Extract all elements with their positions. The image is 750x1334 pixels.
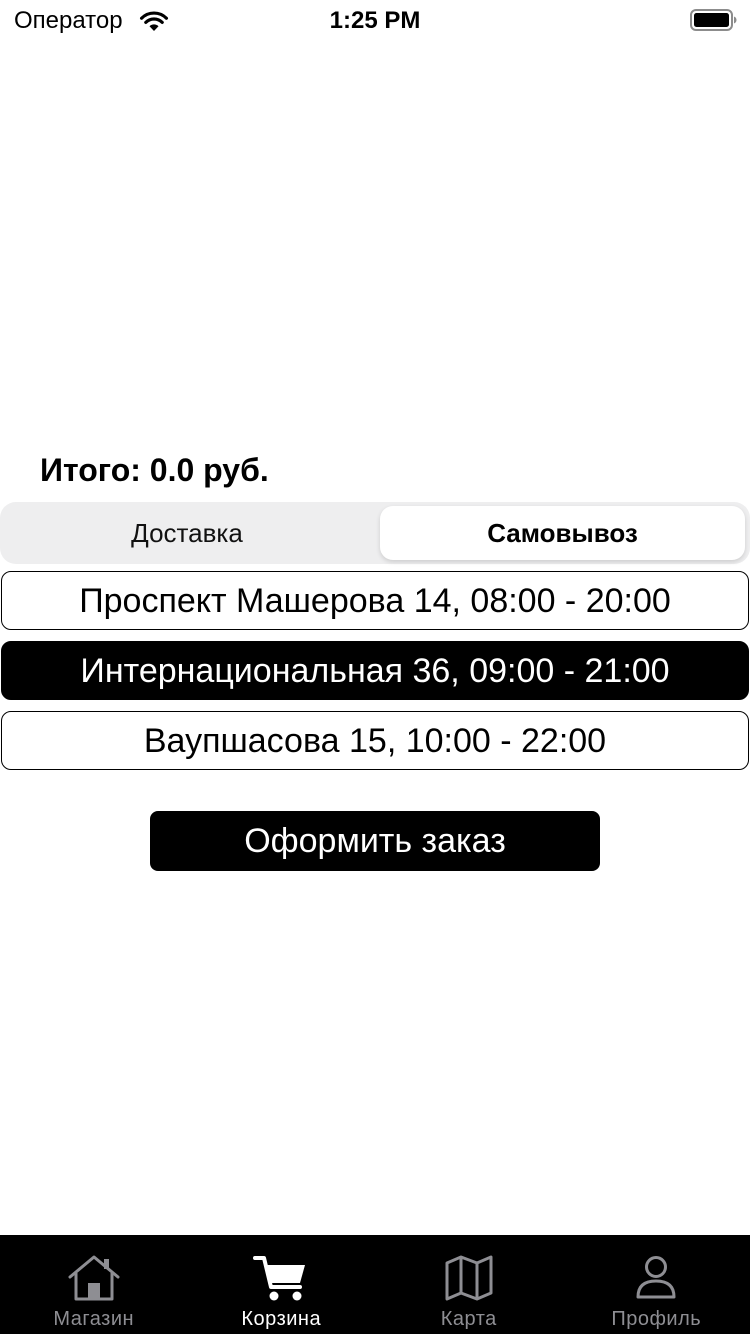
tab-profile[interactable]: Профиль — [563, 1235, 750, 1334]
tab-label: Корзина — [241, 1308, 322, 1330]
pickup-location-option[interactable]: Ваупшасова 15, 10:00 - 22:00 — [1, 711, 749, 770]
map-icon — [441, 1253, 497, 1303]
home-icon — [66, 1253, 122, 1303]
tab-label: Магазин — [53, 1308, 135, 1330]
cart-total: Итого: 0.0 руб. — [40, 452, 269, 488]
pickup-location-option[interactable]: Проспект Машерова 14, 08:00 - 20:00 — [1, 571, 749, 630]
battery-icon — [690, 8, 738, 32]
segment-delivery[interactable]: Доставка — [4, 506, 370, 560]
delivery-mode-selector: Доставка Самовывоз — [0, 502, 750, 564]
tab-map[interactable]: Карта — [375, 1235, 563, 1334]
tab-cart[interactable]: Корзина — [188, 1235, 376, 1334]
tab-label: Профиль — [611, 1308, 702, 1330]
tab-shop[interactable]: Магазин — [0, 1235, 188, 1334]
segment-pickup[interactable]: Самовывоз — [380, 506, 745, 560]
person-icon — [628, 1253, 684, 1303]
cart-icon — [253, 1253, 309, 1303]
status-bar: Оператор 1:25 PM — [0, 0, 750, 40]
pickup-location-option-selected[interactable]: Интернациональная 36, 09:00 - 21:00 — [1, 641, 749, 700]
checkout-button[interactable]: Оформить заказ — [150, 811, 600, 871]
status-time: 1:25 PM — [329, 7, 421, 34]
tab-bar: Магазин Корзина Карта Профиль — [0, 1235, 750, 1334]
tab-label: Карта — [440, 1308, 497, 1330]
